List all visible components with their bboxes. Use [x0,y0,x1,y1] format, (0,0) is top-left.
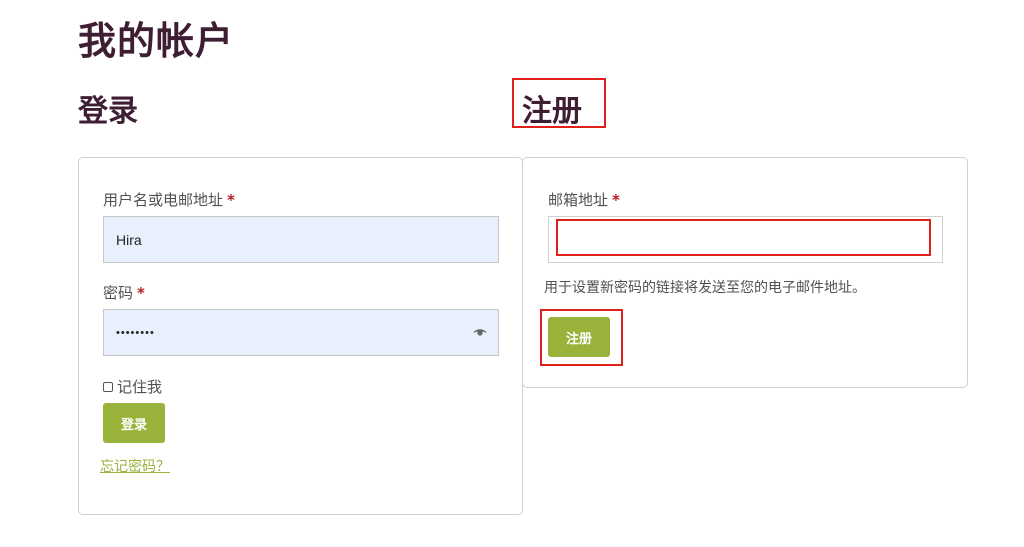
page-title: 我的帐户 [78,19,235,63]
login-button[interactable]: 登录 [103,403,165,443]
required-mark: * [137,284,145,302]
password-label: 密码 * [103,282,145,303]
username-value: Hira [116,231,142,248]
login-title: 登录 [78,94,138,129]
eye-icon[interactable] [472,328,488,338]
password-input[interactable]: •••••••• [103,309,499,356]
remember-checkbox[interactable] [103,381,113,392]
username-label-text: 用户名或电邮地址 [103,191,224,209]
email-input[interactable] [548,216,943,263]
required-mark: * [227,191,235,209]
remember-label: 记住我 [117,378,163,396]
forgot-password-link[interactable]: 忘记密码？ [100,456,170,476]
email-label: 邮箱地址 * [548,189,620,210]
username-label: 用户名或电邮地址 * [103,189,235,210]
username-input[interactable]: Hira [103,216,499,263]
register-title: 注册 [522,94,582,129]
password-value: •••••••• [116,326,155,339]
register-button[interactable]: 注册 [548,317,610,357]
register-form: 邮箱地址 * 用于设置新密码的链接将发送至您的电子邮件地址。 注册 [522,157,968,388]
password-label-text: 密码 [103,284,134,302]
email-label-text: 邮箱地址 [548,191,609,209]
login-form: 用户名或电邮地址 * Hira 密码 * •••••••• 记住我 登录 忘记密码？ [78,157,523,515]
required-mark: * [612,191,620,209]
email-hint: 用于设置新密码的链接将发送至您的电子邮件地址。 [544,280,866,296]
remember-me[interactable]: 记住我 [103,376,162,397]
